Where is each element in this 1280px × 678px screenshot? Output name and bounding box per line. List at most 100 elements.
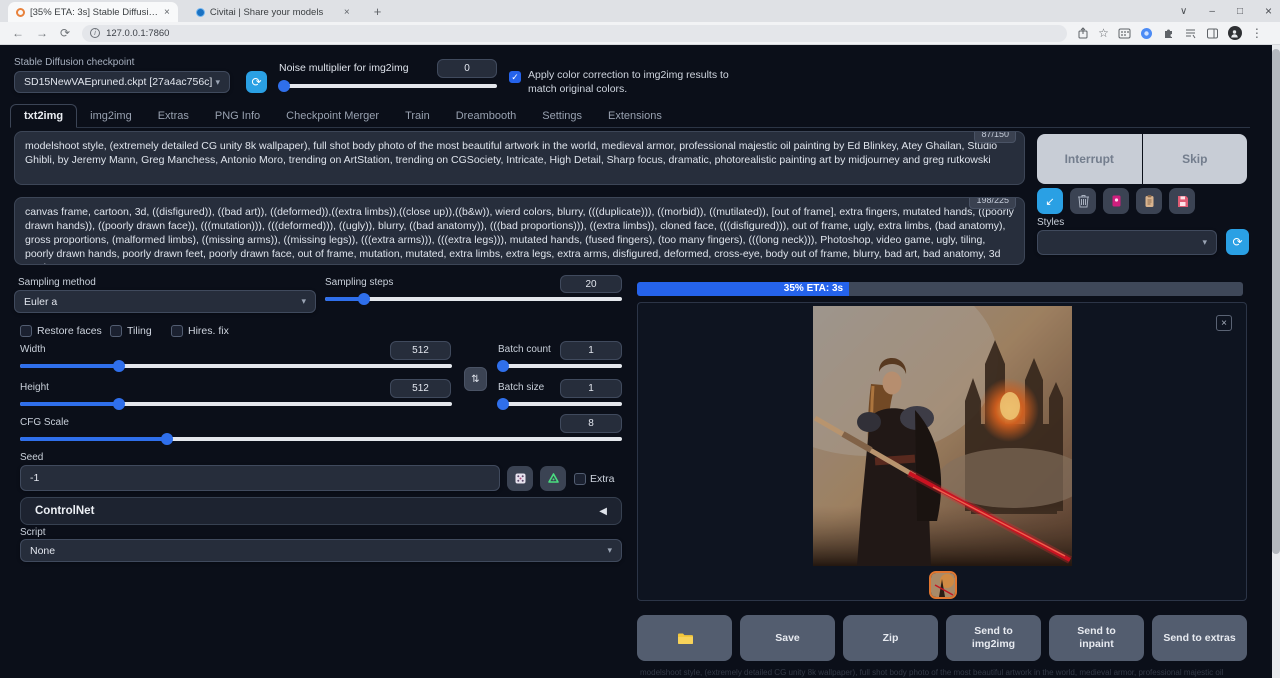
swap-dimensions-button[interactable]: ⇅ — [464, 367, 487, 391]
sampling-steps-input[interactable]: 20 — [560, 275, 622, 293]
new-tab-button[interactable]: + — [368, 2, 388, 22]
slider-handle[interactable] — [113, 360, 125, 372]
send-to-extras-button[interactable]: Send to extras — [1152, 615, 1247, 661]
address-bar[interactable]: i 127.0.0.1:7860 — [82, 25, 1067, 42]
tab-dreambooth[interactable]: Dreambooth — [443, 105, 530, 127]
width-input[interactable]: 512 — [390, 341, 451, 360]
skip-button[interactable]: Skip — [1143, 134, 1248, 184]
reuse-seed-button[interactable] — [540, 466, 566, 491]
controlnet-accordion[interactable]: ControlNet ◀ — [20, 497, 622, 525]
window-maximize-button[interactable]: □ — [1237, 6, 1243, 17]
seed-input[interactable]: -1 — [20, 465, 500, 491]
width-slider[interactable] — [20, 364, 452, 368]
tab-checkpoint-merger[interactable]: Checkpoint Merger — [273, 105, 392, 127]
chevron-down-icon: ▾ — [301, 296, 306, 307]
slider-handle[interactable] — [358, 293, 370, 305]
scrollbar-thumb[interactable] — [1272, 49, 1280, 554]
restore-faces-checkbox[interactable] — [20, 325, 32, 337]
sampling-method-dropdown[interactable]: Euler a ▾ — [14, 290, 316, 313]
slider-handle[interactable] — [161, 433, 173, 445]
styles-dropdown[interactable]: ▾ — [1037, 230, 1217, 255]
page-scrollbar[interactable] — [1272, 45, 1280, 678]
controlnet-label: ControlNet — [35, 505, 94, 517]
extension-blue-circle-icon[interactable] — [1140, 27, 1153, 40]
gallery-thumbnail-selected[interactable] — [929, 571, 957, 599]
extensions-puzzle-icon[interactable] — [1162, 27, 1175, 40]
cfg-scale-value: 8 — [588, 418, 594, 429]
slider-handle[interactable] — [113, 398, 125, 410]
random-seed-button[interactable] — [507, 466, 533, 491]
chevron-down-icon: ▾ — [215, 77, 220, 88]
negative-prompt-textarea[interactable]: canvas frame, cartoon, 3d, ((disfigured)… — [14, 197, 1025, 265]
send-to-img2img-button[interactable]: Send to img2img — [946, 615, 1041, 661]
cfg-scale-input[interactable]: 8 — [560, 414, 622, 433]
back-icon[interactable]: ← — [12, 26, 24, 40]
generated-image[interactable] — [813, 306, 1072, 566]
height-input[interactable]: 512 — [390, 379, 451, 398]
save-style-button[interactable] — [1169, 188, 1195, 214]
zip-button[interactable]: Zip — [843, 615, 938, 661]
bookmark-star-icon[interactable]: ☆ — [1098, 26, 1109, 40]
tab-png-info[interactable]: PNG Info — [202, 105, 273, 127]
tiling-checkbox[interactable] — [110, 325, 122, 337]
tab-train[interactable]: Train — [392, 105, 443, 127]
save-button[interactable]: Save — [740, 615, 835, 661]
noise-multiplier-input[interactable]: 0 — [437, 59, 497, 78]
tab-close-icon[interactable]: × — [344, 7, 350, 18]
slider-handle[interactable] — [497, 398, 509, 410]
forward-icon[interactable]: → — [36, 26, 48, 40]
site-info-icon[interactable]: i — [90, 28, 100, 38]
browser-tab-stable-diffusion[interactable]: [35% ETA: 3s] Stable Diffusion × — [8, 2, 178, 22]
extension-grid-icon[interactable] — [1118, 27, 1131, 40]
height-slider[interactable] — [20, 402, 452, 406]
tab-img2img[interactable]: img2img — [77, 105, 145, 127]
tab-extensions[interactable]: Extensions — [595, 105, 675, 127]
paste-generation-params-button[interactable]: ↙ — [1037, 188, 1063, 214]
open-folder-button[interactable] — [637, 615, 732, 661]
checkpoint-dropdown[interactable]: SD15NewVAEpruned.ckpt [27a4ac756c] ▾ — [14, 71, 230, 93]
extra-networks-button[interactable] — [1103, 188, 1129, 214]
toolbar-right-icons: ☆ ⋮ — [1077, 26, 1263, 40]
menu-kebab-icon[interactable]: ⋮ — [1251, 26, 1263, 40]
slider-handle[interactable] — [497, 360, 509, 372]
batch-size-input[interactable]: 1 — [560, 379, 622, 398]
extra-seed-checkbox[interactable] — [574, 473, 586, 485]
batch-size-label: Batch size — [498, 382, 544, 393]
color-correction-checkbox[interactable]: ✓ — [509, 71, 521, 83]
profile-avatar[interactable] — [1228, 26, 1242, 40]
slider-handle[interactable] — [278, 80, 290, 92]
sampling-steps-slider[interactable] — [325, 297, 622, 301]
reading-list-icon[interactable] — [1184, 27, 1197, 40]
batch-count-input[interactable]: 1 — [560, 341, 622, 360]
window-minimize-button[interactable]: – — [1209, 6, 1215, 17]
close-image-button[interactable]: × — [1216, 315, 1232, 331]
restore-faces-label: Restore faces — [37, 325, 102, 337]
checkpoint-refresh-button[interactable]: ⟳ — [246, 71, 267, 93]
gradio-favicon-icon — [16, 8, 25, 17]
cfg-scale-slider[interactable] — [20, 437, 622, 441]
apply-style-button[interactable] — [1136, 188, 1162, 214]
tab-close-icon[interactable]: × — [164, 7, 170, 18]
clear-prompt-button[interactable] — [1070, 188, 1096, 214]
seed-label: Seed — [20, 452, 43, 463]
cfg-scale-label: CFG Scale — [20, 417, 69, 428]
share-icon[interactable] — [1077, 27, 1089, 39]
tab-txt2img[interactable]: txt2img — [10, 104, 77, 128]
interrupt-button[interactable]: Interrupt — [1037, 134, 1142, 184]
styles-refresh-button[interactable]: ⟳ — [1226, 229, 1249, 255]
send-to-inpaint-button[interactable]: Send to inpaint — [1049, 615, 1144, 661]
noise-multiplier-slider[interactable] — [281, 84, 497, 88]
script-dropdown[interactable]: None ▾ — [20, 539, 622, 562]
side-panel-icon[interactable] — [1206, 27, 1219, 40]
batch-size-slider[interactable] — [498, 402, 622, 406]
tab-search-icon[interactable]: ∨ — [1180, 6, 1187, 17]
window-close-button[interactable]: × — [1265, 4, 1272, 18]
tab-settings[interactable]: Settings — [529, 105, 595, 127]
reload-icon[interactable]: ⟳ — [60, 26, 70, 40]
hires-fix-checkbox[interactable] — [171, 325, 183, 337]
generation-controls: Interrupt Skip — [1037, 134, 1247, 184]
batch-count-slider[interactable] — [498, 364, 622, 368]
browser-tab-civitai[interactable]: Civitai | Share your models × — [188, 2, 358, 22]
prompt-textarea[interactable]: modelshoot style, (extremely detailed CG… — [14, 131, 1025, 185]
tab-extras[interactable]: Extras — [145, 105, 202, 127]
